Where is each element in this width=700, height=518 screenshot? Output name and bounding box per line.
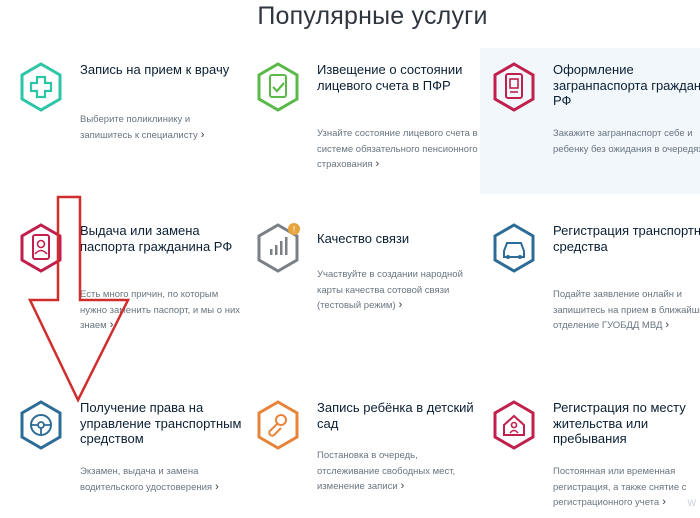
signal-icon: !: [255, 223, 301, 273]
service-title[interactable]: Получение права на управление транспортн…: [80, 400, 250, 447]
document-check-icon: [255, 62, 301, 112]
service-title[interactable]: Выдача или замена паспорта гражданина РФ: [80, 223, 250, 254]
service-description: Постановка в очередь, отслеживание свобо…: [317, 450, 456, 492]
service-description: Узнайте состояние лицевого счета в систе…: [317, 128, 478, 170]
chevron-right-icon: ›: [398, 299, 403, 311]
chevron-right-icon: ›: [109, 319, 114, 331]
passport-icon: [491, 62, 537, 112]
service-description: Экзамен, выдача и замена водительского у…: [80, 466, 219, 493]
house-person-icon: [491, 400, 537, 450]
service-description: Выберите поликлинику и запишитесь к спец…: [80, 114, 205, 141]
car-icon: [491, 223, 537, 273]
passport-photo-icon: [18, 223, 64, 273]
service-title[interactable]: Качество связи: [317, 231, 487, 247]
service-title[interactable]: Регистрация по месту жительства или преб…: [553, 400, 700, 447]
service-description: Закажите загранпаспорт себе и ребенку бе…: [553, 128, 700, 155]
chevron-right-icon: ›: [215, 480, 219, 493]
service-description: Постоянная или временная регистрация, а …: [553, 466, 687, 508]
service-title[interactable]: Запись ребёнка в детский сад: [317, 400, 487, 431]
steering-wheel-icon: [18, 400, 64, 450]
medical-cross-icon: [18, 62, 64, 112]
page-title: Популярные услуги: [257, 2, 488, 30]
service-description: Есть много причин, по которым нужно заме…: [80, 289, 241, 331]
chevron-right-icon: ›: [400, 480, 405, 492]
chevron-right-icon: ›: [375, 158, 380, 170]
pacifier-icon: [255, 400, 301, 450]
service-title[interactable]: Извещение о состоянии лицевого счета в П…: [317, 62, 487, 93]
watermark: W: [687, 498, 697, 508]
chevron-right-icon: ›: [200, 128, 205, 141]
service-title[interactable]: Запись на прием к врачу: [80, 62, 250, 78]
chevron-right-icon: ›: [662, 496, 666, 508]
alert-badge: !: [293, 225, 296, 235]
service-title[interactable]: Регистрация транспортного средства: [553, 223, 700, 254]
service-description: Участвуйте в создании народной карты кач…: [317, 269, 463, 311]
service-title[interactable]: Оформление загранпаспорта гражданина РФ: [553, 62, 700, 109]
chevron-right-icon: ›: [665, 319, 670, 331]
service-description: Подайте заявление онлайн и запишитесь на…: [553, 289, 700, 331]
